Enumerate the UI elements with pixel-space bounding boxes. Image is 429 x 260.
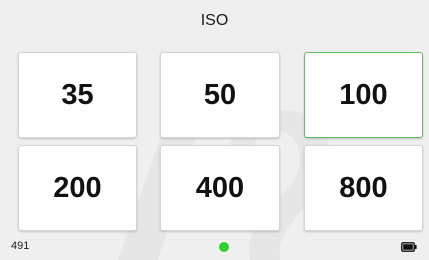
iso-option-50[interactable]: 50 [160, 52, 280, 138]
page-indicator-dot [219, 242, 229, 252]
iso-screen: ISO 35 50 100 200 400 800 491 [0, 0, 429, 260]
iso-option-100[interactable]: 100 [304, 52, 423, 138]
iso-option-400[interactable]: 400 [160, 145, 280, 231]
iso-option-800[interactable]: 800 [304, 145, 423, 231]
iso-option-200[interactable]: 200 [18, 145, 137, 231]
battery-icon [401, 242, 417, 252]
iso-option-35[interactable]: 35 [18, 52, 137, 138]
iso-grid: 35 50 100 200 400 800 [0, 0, 429, 260]
remaining-shots-count: 491 [11, 240, 30, 252]
